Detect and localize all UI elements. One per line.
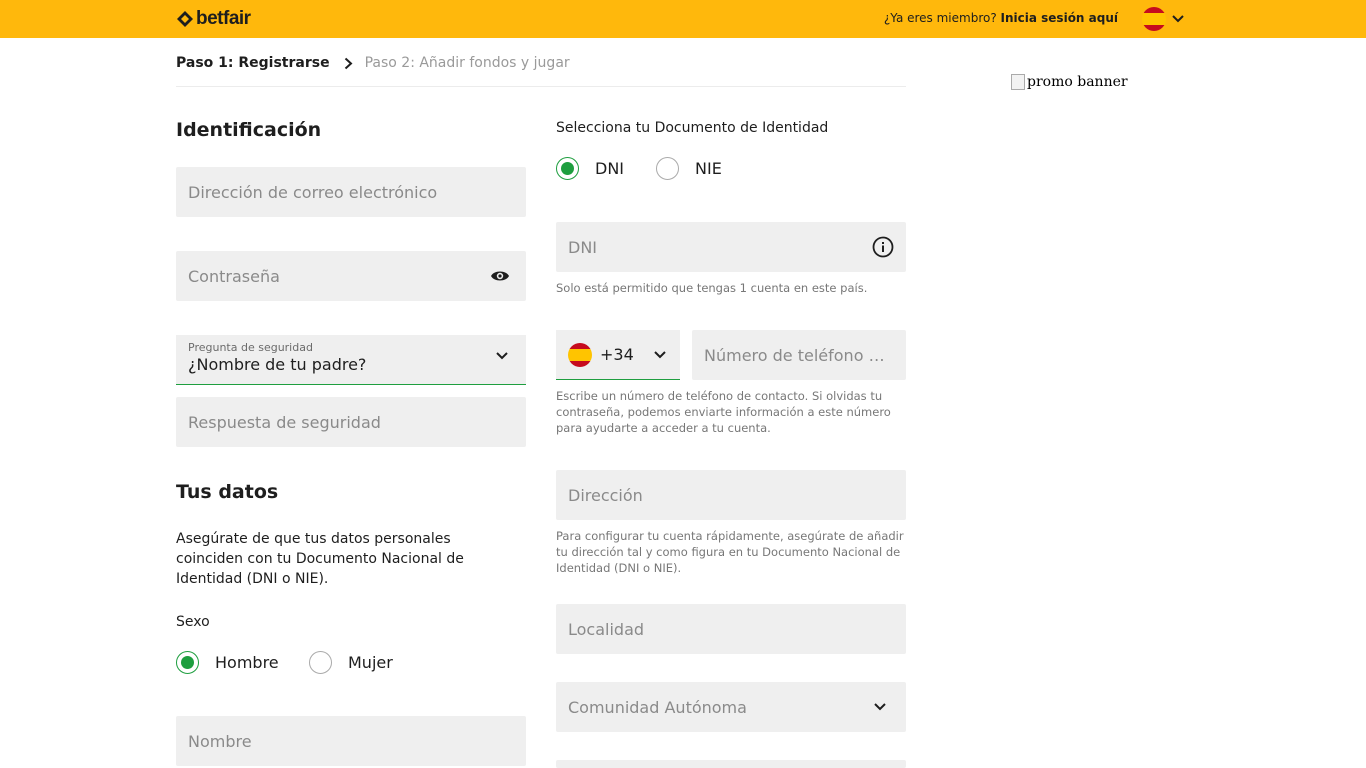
city-placeholder: Localidad xyxy=(568,619,645,639)
document-dni-radio[interactable] xyxy=(556,157,579,180)
sex-female-label: Mujer xyxy=(348,653,393,672)
member-login: ¿Ya eres miembro? Inicia sesión aquí xyxy=(884,11,1118,25)
betfair-logo[interactable]: betfair xyxy=(176,8,251,30)
phone-prefix-select[interactable]: +34 xyxy=(556,330,680,380)
security-answer-field[interactable]: Respuesta de seguridad xyxy=(176,397,526,447)
sex-male-radio[interactable] xyxy=(176,651,199,674)
sex-female-radio[interactable] xyxy=(309,651,332,674)
phone-number-placeholder: Número de teléfono m... xyxy=(704,345,894,365)
dni-help-text: Solo está permitido que tengas 1 cuenta … xyxy=(556,281,868,295)
login-link[interactable]: Inicia sesión aquí xyxy=(1001,11,1118,25)
address-field[interactable]: Dirección xyxy=(556,470,906,520)
dni-placeholder: DNI xyxy=(568,237,598,257)
top-bar: betfair ¿Ya eres miembro? Inicia sesión … xyxy=(0,0,1366,38)
document-type-label: Selecciona tu Documento de Identidad xyxy=(556,120,829,136)
sex-male-label: Hombre xyxy=(215,653,279,672)
chevron-down-icon xyxy=(496,352,508,360)
identification-heading: Identificación xyxy=(176,119,322,141)
language-selector[interactable] xyxy=(1142,7,1184,31)
email-field[interactable]: Dirección de correo electrónico xyxy=(176,167,526,217)
chevron-down-icon xyxy=(1172,15,1184,23)
promo-alt-text: promo banner xyxy=(1027,74,1128,90)
address-placeholder: Dirección xyxy=(568,485,643,505)
document-nie-label: NIE xyxy=(695,159,722,178)
phone-prefix-value: +34 xyxy=(600,345,634,364)
eye-icon[interactable] xyxy=(490,269,510,283)
first-name-field[interactable]: Nombre xyxy=(176,716,526,766)
broken-image-icon xyxy=(1011,74,1025,90)
email-placeholder: Dirección de correo electrónico xyxy=(188,182,438,202)
password-field[interactable]: Contraseña xyxy=(176,251,526,301)
document-option-dni[interactable]: DNI xyxy=(556,157,624,180)
security-question-select[interactable]: Pregunta de seguridad ¿Nombre de tu padr… xyxy=(176,335,526,385)
personal-data-notice: Asegúrate de que tus datos personales co… xyxy=(176,531,464,587)
sex-label: Sexo xyxy=(176,614,210,630)
next-field-partial[interactable] xyxy=(556,760,906,768)
security-question-label: Pregunta de seguridad xyxy=(188,341,313,354)
spain-flag-icon xyxy=(568,342,592,367)
address-help-text: Para configurar tu cuenta rápidamente, a… xyxy=(556,529,904,575)
document-dni-label: DNI xyxy=(595,159,625,178)
betfair-mark-icon xyxy=(177,11,193,27)
step-2: Paso 2: Añadir fondos y jugar xyxy=(364,55,570,71)
chevron-down-icon xyxy=(654,350,666,358)
phone-help-text: Escribe un número de teléfono de contact… xyxy=(556,389,891,435)
info-icon[interactable] xyxy=(872,236,894,258)
first-name-placeholder: Nombre xyxy=(188,731,252,751)
security-answer-placeholder: Respuesta de seguridad xyxy=(188,412,381,432)
chevron-down-icon xyxy=(874,703,886,711)
sex-option-female[interactable]: Mujer xyxy=(309,651,393,674)
spain-flag-icon xyxy=(1142,7,1166,31)
dni-field[interactable]: DNI xyxy=(556,222,906,272)
document-option-nie[interactable]: NIE xyxy=(656,157,722,180)
region-select[interactable]: Comunidad Autónoma xyxy=(556,682,906,732)
phone-number-field[interactable]: Número de teléfono m... xyxy=(692,330,906,380)
document-nie-radio[interactable] xyxy=(656,157,679,180)
chevron-right-icon xyxy=(344,57,353,69)
sex-option-male[interactable]: Hombre xyxy=(176,651,279,674)
region-placeholder: Comunidad Autónoma xyxy=(568,697,747,717)
city-field[interactable]: Localidad xyxy=(556,604,906,654)
registration-steps: Paso 1: Registrarse Paso 2: Añadir fondo… xyxy=(176,50,906,87)
brand-name: betfair xyxy=(196,8,251,29)
promo-banner[interactable]: promo banner xyxy=(1011,74,1128,90)
security-question-value: ¿Nombre de tu padre? xyxy=(188,355,367,374)
member-prompt: ¿Ya eres miembro? xyxy=(883,11,997,25)
step-1: Paso 1: Registrarse xyxy=(176,55,330,71)
password-placeholder: Contraseña xyxy=(188,266,280,286)
personal-data-heading: Tus datos xyxy=(176,481,279,503)
